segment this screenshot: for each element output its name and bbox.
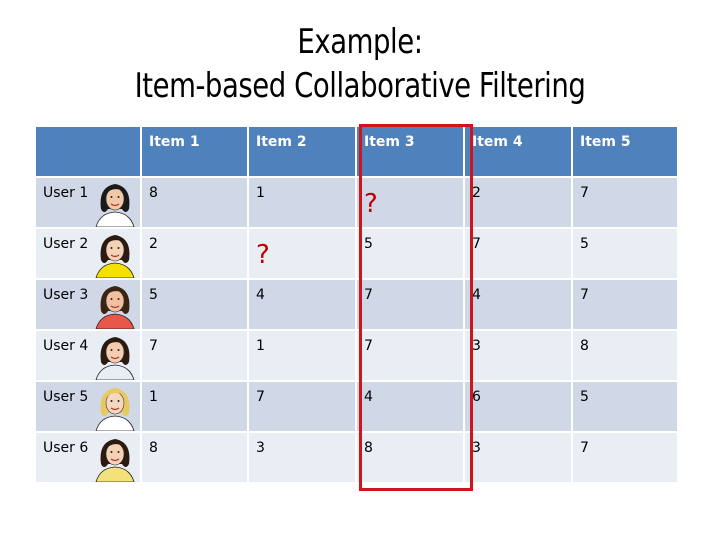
- rating-cell: 3: [465, 433, 571, 482]
- rating-cell: 7: [573, 433, 677, 482]
- header-item-4: Item 4: [465, 127, 571, 176]
- missing-rating-cell: ?: [357, 178, 463, 227]
- user-cell: User 4: [36, 331, 140, 380]
- user-cell: User 6: [36, 433, 140, 482]
- rating-value: 2: [149, 236, 158, 252]
- rating-value: 8: [149, 440, 158, 456]
- rating-value: 1: [256, 185, 265, 201]
- rating-value: 1: [256, 338, 265, 354]
- title-line-1: Example:: [297, 22, 423, 62]
- rating-cell: 1: [249, 178, 355, 227]
- rating-value: 5: [149, 287, 158, 303]
- user-cell: User 3: [36, 280, 140, 329]
- rating-cell: 1: [249, 331, 355, 380]
- rating-cell: 5: [573, 229, 677, 278]
- table-row: User 1 8 1? 2 7: [36, 178, 677, 227]
- rating-cell: 5: [573, 382, 677, 431]
- rating-cell: 5: [142, 280, 247, 329]
- table-row: User 2 2? 5 7 5: [36, 229, 677, 278]
- rating-cell: 8: [142, 433, 247, 482]
- rating-value: 1: [149, 389, 158, 405]
- rating-cell: 7: [142, 331, 247, 380]
- rating-cell: 7: [249, 382, 355, 431]
- missing-rating-cell: ?: [249, 229, 355, 278]
- title-line-2: Item-based Collaborative Filtering: [134, 66, 586, 106]
- rating-cell: 7: [357, 331, 463, 380]
- table-row: User 3 5 4 7 4 7: [36, 280, 677, 329]
- rating-value: 7: [472, 236, 481, 252]
- rating-value: 7: [580, 440, 589, 456]
- rating-value: 3: [472, 440, 481, 456]
- rating-value: 5: [364, 236, 373, 252]
- rating-value: 8: [149, 185, 158, 201]
- user-cell: User 2: [36, 229, 140, 278]
- rating-cell: 8: [357, 433, 463, 482]
- rating-cell: 2: [142, 229, 247, 278]
- rating-value: 2: [472, 185, 481, 201]
- rating-cell: 5: [357, 229, 463, 278]
- rating-cell: 7: [573, 280, 677, 329]
- header-item-3: Item 3: [357, 127, 463, 176]
- rating-value: 4: [364, 389, 373, 405]
- header-item-1: Item 1: [142, 127, 247, 176]
- rating-value: 6: [472, 389, 481, 405]
- user-label: User 2: [43, 236, 89, 252]
- slide-title: Example: Item-based Collaborative Filter…: [0, 20, 720, 108]
- user-label: User 5: [43, 389, 89, 405]
- rating-value: 4: [256, 287, 265, 303]
- rating-cell: 3: [249, 433, 355, 482]
- rating-cell: 3: [465, 331, 571, 380]
- rating-value: 5: [580, 389, 589, 405]
- rating-cell: 7: [357, 280, 463, 329]
- rating-cell: 4: [357, 382, 463, 431]
- table-row: User 5 1 7 4 6 5: [36, 382, 677, 431]
- header-row: Item 1 Item 2 Item 3 Item 4 Item 5: [36, 127, 677, 176]
- rating-value: 4: [472, 287, 481, 303]
- user-cell: User 1: [36, 178, 140, 227]
- rating-value: 7: [580, 185, 589, 201]
- rating-cell: 8: [573, 331, 677, 380]
- user-label: User 1: [43, 185, 89, 201]
- header-item-5: Item 5: [573, 127, 677, 176]
- rating-cell: 1: [142, 382, 247, 431]
- rating-value: 3: [472, 338, 481, 354]
- rating-value: 7: [256, 389, 265, 405]
- header-corner: [36, 127, 140, 176]
- rating-cell: 4: [249, 280, 355, 329]
- rating-value: 7: [364, 287, 373, 303]
- rating-cell: 8: [142, 178, 247, 227]
- user-label: User 3: [43, 287, 89, 303]
- rating-value: 7: [580, 287, 589, 303]
- rating-cell: 4: [465, 280, 571, 329]
- header-item-2: Item 2: [249, 127, 355, 176]
- user-cell: User 5: [36, 382, 140, 431]
- rating-value: 7: [149, 338, 158, 354]
- rating-cell: 7: [465, 229, 571, 278]
- missing-rating-mark: ?: [364, 189, 378, 219]
- rating-value: 8: [580, 338, 589, 354]
- missing-rating-mark: ?: [256, 240, 270, 270]
- user-label: User 4: [43, 338, 89, 354]
- rating-value: 7: [364, 338, 373, 354]
- rating-cell: 2: [465, 178, 571, 227]
- user-label: User 6: [43, 440, 89, 456]
- rating-value: 5: [580, 236, 589, 252]
- rating-value: 8: [364, 440, 373, 456]
- rating-cell: 6: [465, 382, 571, 431]
- table-row: User 6 8 3 8 3 7: [36, 433, 677, 482]
- rating-cell: 7: [573, 178, 677, 227]
- table-row: User 4 7 1 7 3 8: [36, 331, 677, 380]
- ratings-table: Item 1 Item 2 Item 3 Item 4 Item 5 User …: [34, 125, 679, 484]
- rating-value: 3: [256, 440, 265, 456]
